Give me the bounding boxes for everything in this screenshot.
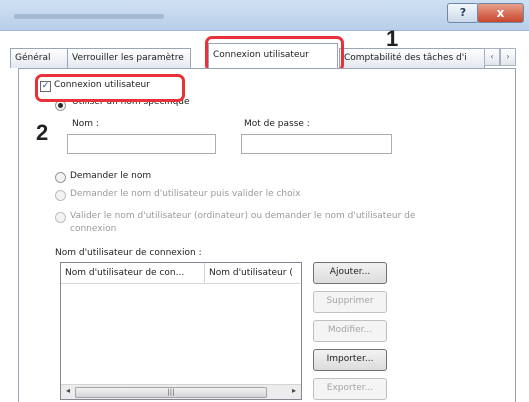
help-button[interactable]: ?: [447, 3, 479, 23]
password-input[interactable]: [241, 134, 392, 154]
ask-validate-label: Demander le nom d'utilisateur puis valid…: [70, 189, 301, 199]
delete-button[interactable]: Supprimer: [313, 291, 387, 313]
tab-user-login[interactable]: Connexion utilisateur: [208, 43, 338, 68]
import-button[interactable]: Importer...: [313, 349, 387, 371]
ask-validate-radio[interactable]: [55, 190, 66, 201]
ask-name-label: Demander le nom: [70, 171, 152, 181]
validate-computer-label-line1: Valider le nom d'utilisateur (ordinateur…: [70, 211, 416, 221]
tab-general[interactable]: Général: [10, 48, 68, 68]
validate-computer-radio[interactable]: [55, 212, 66, 223]
name-input[interactable]: [67, 134, 216, 154]
title-bar: ? x: [0, 0, 529, 31]
window-title: [14, 14, 164, 19]
scroll-left-arrow[interactable]: ◂: [62, 386, 74, 395]
validate-computer-label-line2: connexion: [70, 224, 117, 234]
scroll-right-arrow[interactable]: ▸: [288, 386, 300, 395]
name-label: Nom :: [72, 119, 99, 129]
horizontal-scrollbar[interactable]: ◂ ||| ▸: [61, 384, 301, 399]
tab-next-button[interactable]: ›: [500, 48, 516, 66]
tab-prev-button[interactable]: ‹: [484, 48, 500, 66]
close-button[interactable]: x: [477, 3, 524, 23]
scroll-thumb[interactable]: |||: [75, 387, 267, 398]
add-button[interactable]: Ajouter...: [313, 262, 387, 284]
login-checkbox[interactable]: ✓: [40, 81, 51, 92]
tab-row: Général Verrouiller les paramètre Connex…: [10, 38, 520, 68]
login-names-title: Nom d'utilisateur de connexion :: [55, 248, 202, 258]
login-names-list[interactable]: Nom d'utilisateur de con... Nom d'utilis…: [60, 262, 302, 400]
tab-lock-settings[interactable]: Verrouiller les paramètre: [67, 48, 191, 68]
password-label: Mot de passe :: [244, 119, 310, 129]
login-checkbox-label[interactable]: Connexion utilisateur: [54, 80, 150, 90]
column-header-login-name[interactable]: Nom d'utilisateur de con...: [61, 263, 205, 284]
tab-job-accounting[interactable]: Comptabilité des tâches d'i: [339, 48, 485, 68]
column-header-user-name[interactable]: Nom d'utilisateur (: [205, 263, 300, 284]
export-button[interactable]: Exporter...: [313, 378, 387, 400]
modify-button[interactable]: Modifier...: [313, 320, 387, 342]
ask-name-radio[interactable]: [55, 172, 66, 183]
callout-2: 2: [36, 120, 49, 145]
